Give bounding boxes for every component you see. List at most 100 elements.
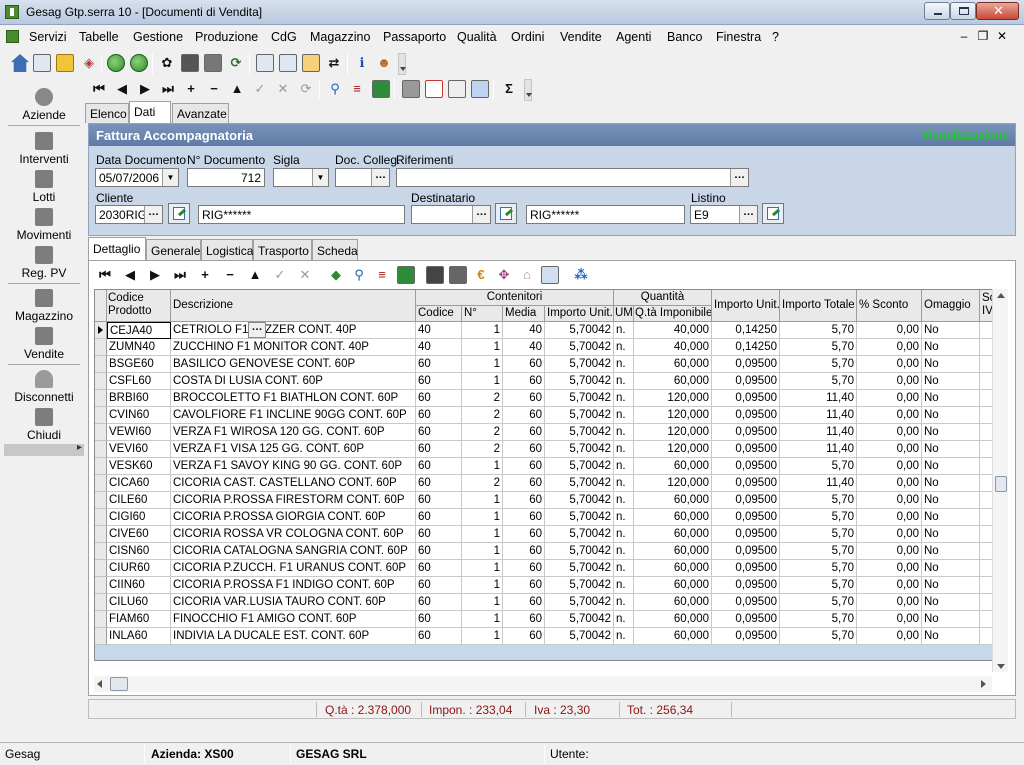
cell-importo-unit[interactable]: 0,09500 [712,628,780,645]
cell-importo-totale[interactable]: 5,70 [780,492,857,509]
cell-contenitore-importo[interactable]: 5,70042 [545,492,614,509]
row-selector[interactable] [95,458,107,475]
data-documento-field[interactable]: 05/07/2006 ▼ [95,168,179,187]
cell-contenitore-n[interactable]: 1 [462,560,503,577]
cell-descrizione[interactable]: VERZA F1 SAVOY KING 90 GG. CONT. 60P [171,458,416,475]
tab-trasporto[interactable]: Trasporto [253,239,312,260]
nav-chiudi[interactable]: Chiudi [4,408,84,442]
cell-contenitore-media[interactable]: 60 [503,424,545,441]
row-selector[interactable] [95,492,107,509]
destinatario-name-field[interactable]: RIG****** [526,205,685,224]
cell-codice-prodotto[interactable]: BSGE60 [107,356,171,373]
cell-omaggio[interactable]: No [922,424,980,441]
scroll-down-icon[interactable] [997,664,1005,669]
document-window-icon[interactable] [6,30,19,43]
folder-icon[interactable] [56,54,74,72]
previous-record-icon[interactable]: ◀ [113,80,131,98]
cell-sconto[interactable]: 0,00 [857,441,922,458]
cell-sconto[interactable]: 0,00 [857,594,922,611]
cell-um[interactable]: n. [614,356,634,373]
remove-icon[interactable]: − [205,80,223,98]
cell-contenitore-importo[interactable]: 5,70042 [545,458,614,475]
cell-importo-unit[interactable]: 0,09500 [712,458,780,475]
report-icon[interactable] [302,54,320,72]
cell-importo-totale[interactable]: 11,40 [780,390,857,407]
cell-contenitore-media[interactable]: 60 [503,458,545,475]
first-record-icon[interactable]: ⏮ [90,80,108,98]
cell-contenitore-n[interactable]: 1 [462,322,503,339]
header-importo-totale[interactable]: Importo Totale [780,290,857,322]
cliente-code-field[interactable]: 2030RIG … [95,205,163,224]
cell-codice-prodotto[interactable]: ZUMN40 [107,339,171,356]
cell-contenitore-codice[interactable]: 60 [416,594,462,611]
tag-icon[interactable]: ◈ [80,54,98,72]
child-restore-button[interactable]: ❐ [976,29,990,43]
menu-qualita[interactable]: Qualità [457,30,497,44]
header-descrizione[interactable]: Descrizione [171,290,416,322]
cell-contenitore-n[interactable]: 1 [462,594,503,611]
cell-um[interactable]: n. [614,390,634,407]
cell-contenitore-n[interactable]: 1 [462,526,503,543]
delete-row-icon[interactable]: − [221,266,239,284]
menu-magazzino[interactable]: Magazzino [310,30,370,44]
destinatario-lookup-button[interactable]: … [472,206,490,223]
nav-aziende[interactable]: Aziende [4,88,84,122]
palette-icon[interactable]: ✥ [495,266,513,284]
cell-qta-imponibile[interactable]: 120,000 [634,441,712,458]
cell-qta-imponibile[interactable]: 120,000 [634,407,712,424]
cell-contenitore-codice[interactable]: 60 [416,492,462,509]
cell-sconto[interactable]: 0,00 [857,475,922,492]
cell-importo-unit[interactable]: 0,09500 [712,594,780,611]
cell-contenitore-n[interactable]: 1 [462,458,503,475]
cell-importo-totale[interactable]: 11,40 [780,424,857,441]
print-icon[interactable] [402,80,420,98]
cell-importo-totale[interactable]: 5,70 [780,458,857,475]
filter-icon[interactable]: ⚲ [326,80,344,98]
cell-contenitore-n[interactable]: 1 [462,611,503,628]
print-setup-icon[interactable] [471,80,489,98]
import-icon[interactable]: ⌂ [518,266,536,284]
header-codice[interactable]: Codice [416,306,462,322]
cell-sconto[interactable]: 0,00 [857,458,922,475]
cell-contenitore-media[interactable]: 60 [503,594,545,611]
cell-codice-prodotto[interactable]: BRBI60 [107,390,171,407]
listino-lookup-button[interactable]: … [739,206,757,223]
cell-contenitore-importo[interactable]: 5,70042 [545,577,614,594]
cell-um[interactable]: n. [614,611,634,628]
menu-produzione[interactable]: Produzione [195,30,258,44]
cell-importo-totale[interactable]: 5,70 [780,611,857,628]
last-row-icon[interactable]: ⏭ [171,266,189,284]
cell-contenitore-codice[interactable]: 60 [416,509,462,526]
menu-gestione[interactable]: Gestione [133,30,183,44]
cell-importo-unit[interactable]: 0,09500 [712,543,780,560]
cell-contenitore-importo[interactable]: 5,70042 [545,441,614,458]
calculator-icon[interactable] [426,266,444,284]
cell-contenitore-n[interactable]: 2 [462,407,503,424]
preview-icon[interactable] [448,80,466,98]
header-omaggio[interactable]: Omaggio [922,290,980,322]
row-sort-icon[interactable]: ≡ [373,266,391,284]
cell-omaggio[interactable]: No [922,611,980,628]
cell-omaggio[interactable]: No [922,356,980,373]
cell-importo-unit[interactable]: 0,09500 [712,526,780,543]
cell-codice-prodotto[interactable]: CVIN60 [107,407,171,424]
data-documento-dropdown[interactable]: ▼ [162,169,178,186]
first-row-icon[interactable]: ⏮ [96,266,114,284]
archive-icon[interactable] [204,54,222,72]
tab-avanzate[interactable]: Avanzate [172,103,229,123]
cell-sconto[interactable]: 0,00 [857,628,922,645]
header-qta-imponibile[interactable]: Q.tà Imponibile [634,306,712,322]
forward-icon[interactable] [130,54,148,72]
cell-contenitore-codice[interactable]: 60 [416,611,462,628]
cell-um[interactable]: n. [614,526,634,543]
cell-omaggio[interactable]: No [922,560,980,577]
cell-um[interactable]: n. [614,577,634,594]
row-selector[interactable] [95,424,107,441]
row-selector[interactable] [95,594,107,611]
row-selector[interactable] [95,356,107,373]
cell-um[interactable]: n. [614,594,634,611]
cell-importo-unit[interactable]: 0,09500 [712,611,780,628]
cell-um[interactable]: n. [614,339,634,356]
home-icon[interactable] [11,54,29,72]
cell-contenitore-n[interactable]: 1 [462,628,503,645]
